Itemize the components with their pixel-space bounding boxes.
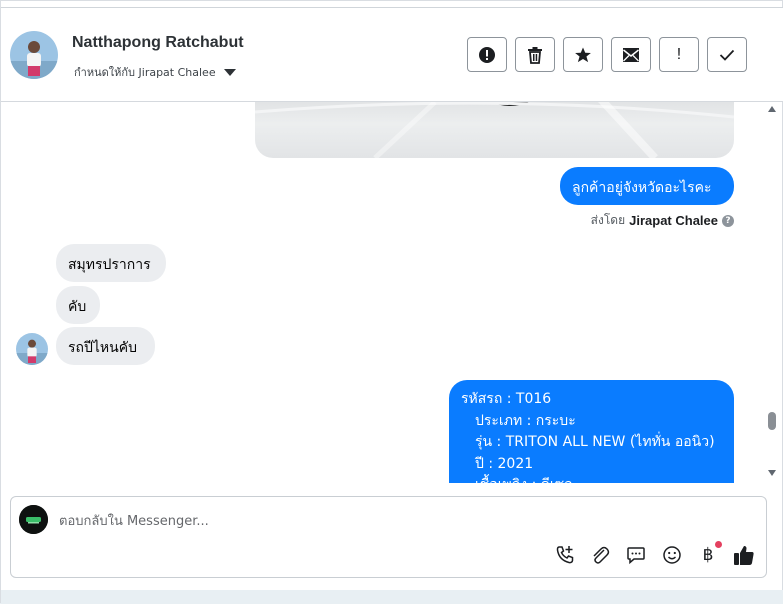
help-icon[interactable]: ? [722,214,734,227]
reply-composer: ฿ [10,496,767,578]
message-text: สมุทรปราการ [68,257,151,273]
alert-circle-icon [479,46,495,63]
like-button[interactable] [733,544,755,566]
paperclip-icon [593,546,610,564]
mark-unread-button[interactable] [611,37,651,72]
detail-line: รุ่น : TRITON ALL NEW (ไททั่น ออนิว) [475,434,715,450]
spam-button[interactable]: ! [659,37,699,72]
sent-by-name: Jirapat Chalee [629,213,718,228]
saved-reply-icon [627,547,645,565]
incoming-message[interactable]: รถปีไหนคับ [56,327,155,365]
mail-icon [623,47,639,62]
detail-line: ปี : 2021 [475,455,534,472]
car-detail-message[interactable]: รหัสรถ : T016 ประเภท : กระบะ รุ่น : TRIT… [449,380,734,483]
messenger-window: Natthapong Ratchabut กำหนดให้กับ Jirapat… [0,0,783,604]
payment-button[interactable]: ฿ [697,541,722,566]
chevron-down-icon [223,68,236,76]
done-button[interactable] [707,37,747,72]
contact-name[interactable]: Natthapong Ratchabut [72,34,244,52]
conversation-header: Natthapong Ratchabut กำหนดให้กับ Jirapat… [1,8,783,102]
baht-icon: ฿ [702,545,714,564]
notification-dot [715,541,722,548]
incoming-message[interactable]: สมุทรปราการ [56,244,166,282]
car-photo-attachment[interactable] [255,102,734,158]
scroll-down-icon[interactable] [768,470,776,476]
star-icon [575,47,591,62]
detail-line: ประเภท : กระบะ [475,412,576,429]
call-add-icon [556,546,574,564]
call-add-button[interactable] [554,544,576,566]
trash-icon [528,46,542,64]
emoji-icon [663,546,681,564]
saved-replies-button[interactable] [625,544,647,566]
outgoing-message[interactable]: ลูกค้าอยู่จังหวัดอะไรคะ [560,167,734,205]
detail-line: รหัสรถ : T016 [461,391,552,407]
incoming-message[interactable]: คับ [56,286,100,324]
scroll-up-icon[interactable] [768,106,776,112]
star-button[interactable] [563,37,603,72]
sent-by-info: ส่งโดย Jirapat Chalee ? [591,211,734,230]
window-bottom-strip [1,590,783,604]
delete-button[interactable] [515,37,555,72]
contact-avatar[interactable] [10,31,58,79]
reply-input[interactable] [59,510,539,532]
assignee-label: กำหนดให้กับ Jirapat Chalee [74,66,216,79]
thread-scrollbar[interactable] [766,102,778,483]
exclamation-icon: ! [676,45,682,63]
assignee-dropdown[interactable]: กำหนดให้กับ Jirapat Chalee [74,63,236,81]
sent-by-prefix: ส่งโดย [590,213,626,227]
attach-button[interactable] [589,544,611,566]
message-text: คับ [68,299,87,315]
message-text: รถปีไหนคับ [68,340,137,356]
page-avatar [19,505,48,534]
message-text: ลูกค้าอยู่จังหวัดอะไรคะ [572,180,712,196]
scroll-thumb[interactable] [768,412,776,430]
emoji-button[interactable] [661,544,683,566]
check-icon [719,49,735,61]
message-thread[interactable]: ลูกค้าอยู่จังหวัดอะไรคะ ส่งโดย Jirapat C… [1,102,766,483]
detail-line: เชื้อเพลิง : ดีเซล [461,475,722,483]
sender-avatar [16,333,48,365]
alert-button[interactable] [467,37,507,72]
thumbs-up-icon [734,546,754,565]
